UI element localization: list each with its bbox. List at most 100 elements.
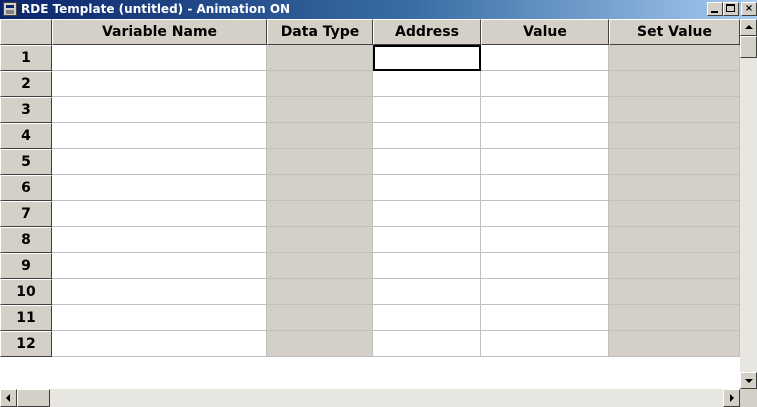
cell-variable-name[interactable]: [52, 149, 267, 175]
cell-address[interactable]: [373, 71, 481, 97]
cell-address[interactable]: [373, 305, 481, 331]
cell-data-type[interactable]: [267, 331, 373, 357]
scroll-down-button[interactable]: [740, 372, 757, 389]
column-header-value[interactable]: Value: [481, 19, 609, 45]
cell-address[interactable]: [373, 253, 481, 279]
cell-data-type[interactable]: [267, 253, 373, 279]
cell-variable-name[interactable]: [52, 97, 267, 123]
arrow-right-icon: [730, 394, 734, 402]
cell-set-value[interactable]: [609, 149, 740, 175]
cell-data-type[interactable]: [267, 305, 373, 331]
row-header[interactable]: 5: [0, 149, 52, 175]
row-header[interactable]: 3: [0, 97, 52, 123]
row-header[interactable]: 10: [0, 279, 52, 305]
row-header[interactable]: 7: [0, 201, 52, 227]
cell-data-type[interactable]: [267, 227, 373, 253]
cell-variable-name[interactable]: [52, 331, 267, 357]
cell-value[interactable]: [481, 123, 609, 149]
horizontal-scrollbar[interactable]: [0, 389, 740, 407]
cell-set-value[interactable]: [609, 253, 740, 279]
arrow-up-icon: [745, 25, 753, 29]
cell-value[interactable]: [481, 201, 609, 227]
column-header-data-type[interactable]: Data Type: [267, 19, 373, 45]
table-row: 3: [0, 97, 740, 123]
cell-set-value[interactable]: [609, 97, 740, 123]
row-header[interactable]: 4: [0, 123, 52, 149]
cell-value[interactable]: [481, 97, 609, 123]
cell-address[interactable]: [373, 149, 481, 175]
maximize-button[interactable]: [723, 2, 739, 16]
cell-variable-name[interactable]: [52, 123, 267, 149]
vertical-scrollbar[interactable]: [740, 19, 757, 389]
cell-value[interactable]: [481, 175, 609, 201]
row-header[interactable]: 1: [0, 45, 52, 71]
cell-address[interactable]: [373, 175, 481, 201]
cell-set-value[interactable]: [609, 123, 740, 149]
cell-address[interactable]: [373, 123, 481, 149]
cell-address[interactable]: [373, 227, 481, 253]
column-header-set-value[interactable]: Set Value: [609, 19, 740, 45]
cell-address[interactable]: [373, 97, 481, 123]
scroll-up-button[interactable]: [740, 19, 757, 36]
vertical-scroll-thumb[interactable]: [740, 36, 757, 58]
cell-variable-name[interactable]: [52, 227, 267, 253]
cell-set-value[interactable]: [609, 175, 740, 201]
row-header[interactable]: 2: [0, 71, 52, 97]
cell-variable-name[interactable]: [52, 305, 267, 331]
cell-data-type[interactable]: [267, 279, 373, 305]
cell-set-value[interactable]: [609, 279, 740, 305]
scroll-right-button[interactable]: [723, 389, 740, 407]
maximize-icon: [726, 4, 735, 12]
cell-set-value[interactable]: [609, 305, 740, 331]
cell-value[interactable]: [481, 227, 609, 253]
cell-value[interactable]: [481, 331, 609, 357]
row-header[interactable]: 9: [0, 253, 52, 279]
scrollbar-corner: [740, 389, 757, 407]
cell-variable-name[interactable]: [52, 175, 267, 201]
close-button[interactable]: ×: [741, 2, 757, 16]
cell-address[interactable]: [373, 201, 481, 227]
cell-data-type[interactable]: [267, 175, 373, 201]
row-header[interactable]: 8: [0, 227, 52, 253]
cell-variable-name[interactable]: [52, 45, 267, 71]
cell-data-type[interactable]: [267, 45, 373, 71]
cell-address[interactable]: [373, 45, 481, 71]
column-header-address[interactable]: Address: [373, 19, 481, 45]
cell-value[interactable]: [481, 149, 609, 175]
cell-value[interactable]: [481, 305, 609, 331]
cell-data-type[interactable]: [267, 201, 373, 227]
table-row: 1: [0, 45, 740, 71]
cell-data-type[interactable]: [267, 149, 373, 175]
cell-value[interactable]: [481, 279, 609, 305]
grid-header-row: Variable Name Data Type Address Value Se…: [0, 19, 740, 45]
cell-data-type[interactable]: [267, 97, 373, 123]
row-header[interactable]: 11: [0, 305, 52, 331]
cell-address[interactable]: [373, 331, 481, 357]
cell-value[interactable]: [481, 71, 609, 97]
cell-data-type[interactable]: [267, 71, 373, 97]
cell-set-value[interactable]: [609, 201, 740, 227]
cell-variable-name[interactable]: [52, 71, 267, 97]
scroll-left-button[interactable]: [0, 389, 17, 407]
cell-variable-name[interactable]: [52, 201, 267, 227]
cell-set-value[interactable]: [609, 331, 740, 357]
row-header[interactable]: 6: [0, 175, 52, 201]
horizontal-scroll-thumb[interactable]: [17, 389, 50, 407]
cell-value[interactable]: [481, 45, 609, 71]
cell-address[interactable]: [373, 279, 481, 305]
cell-variable-name[interactable]: [52, 253, 267, 279]
cell-data-type[interactable]: [267, 123, 373, 149]
cell-set-value[interactable]: [609, 71, 740, 97]
table-row: 8: [0, 227, 740, 253]
cell-set-value[interactable]: [609, 45, 740, 71]
cell-set-value[interactable]: [609, 227, 740, 253]
app-icon[interactable]: [3, 2, 17, 16]
minimize-button[interactable]: [707, 2, 723, 16]
cell-variable-name[interactable]: [52, 279, 267, 305]
title-bar[interactable]: RDE Template (untitled) - Animation ON ×: [0, 0, 757, 19]
window-title: RDE Template (untitled) - Animation ON: [21, 2, 291, 16]
cell-value[interactable]: [481, 253, 609, 279]
column-header-variable-name[interactable]: Variable Name: [52, 19, 267, 45]
corner-header-cell[interactable]: [0, 19, 52, 45]
row-header[interactable]: 12: [0, 331, 52, 357]
